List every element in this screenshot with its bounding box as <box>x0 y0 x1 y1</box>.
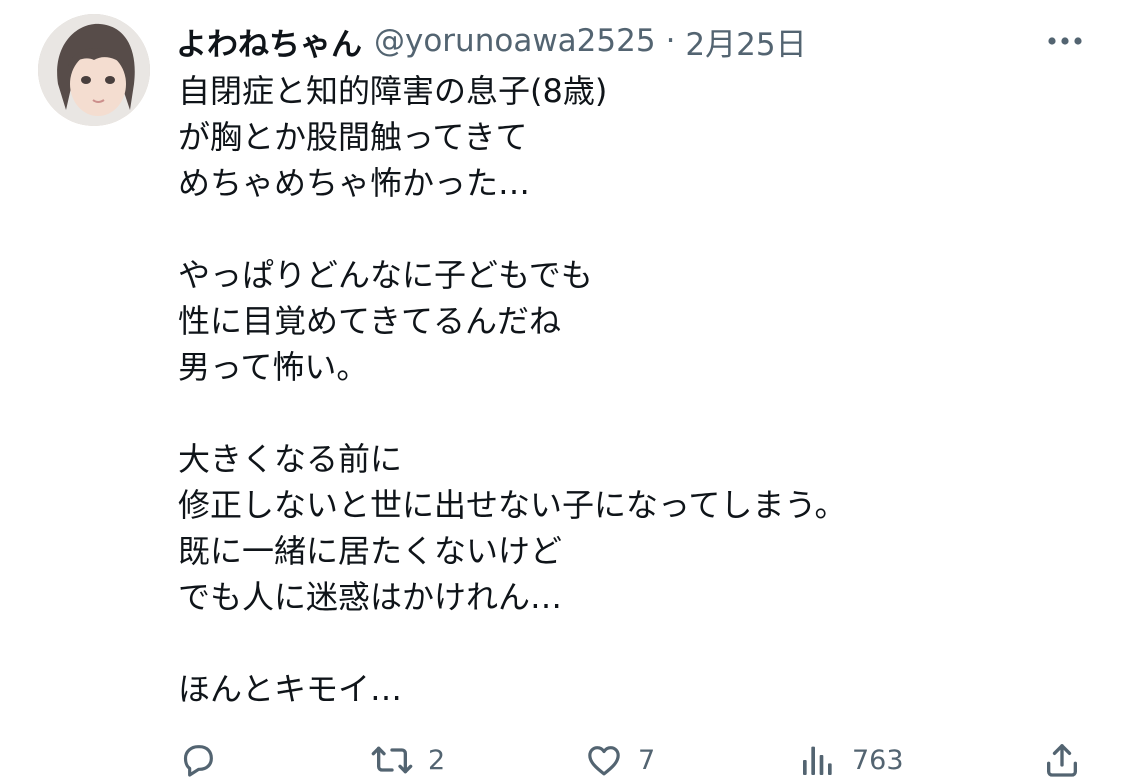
tweet-line: が胸とか股間触ってきて <box>178 118 528 156</box>
tweet-line-break <box>178 620 846 666</box>
retweet-icon <box>370 740 414 780</box>
tweet-line: 自閉症と知的障害の息子(8歳) <box>178 72 608 110</box>
avatar[interactable] <box>38 14 150 126</box>
share-button[interactable] <box>1042 738 1082 782</box>
views-button[interactable]: 763 <box>798 738 904 782</box>
tweet-text: 自閉症と知的障害の息子(8歳) が胸とか股間触ってきて めちゃめちゃ怖かった… … <box>178 68 846 712</box>
retweet-count: 2 <box>428 744 446 776</box>
tweet-line-break <box>178 206 846 252</box>
tweet-line: でも人に迷惑はかけれん… <box>178 578 563 616</box>
views-icon <box>798 740 838 780</box>
views-count: 763 <box>852 744 904 776</box>
like-count: 7 <box>638 744 656 776</box>
tweet-line: 男って怖い。 <box>178 348 369 386</box>
more-options-button[interactable] <box>1045 22 1085 58</box>
tweet-line: 大きくなる前に <box>178 440 403 478</box>
display-name[interactable]: よわねちゃん <box>176 19 362 64</box>
reply-icon <box>178 740 218 780</box>
tweet-line-break <box>178 390 846 436</box>
tweet-line: めちゃめちゃ怖かった… <box>178 164 531 202</box>
separator-dot: · <box>665 23 676 59</box>
tweet-line: 修正しないと世に出せない子になってしまう。 <box>178 486 847 524</box>
action-bar: 2 7 763 <box>178 738 1088 782</box>
tweet-header: よわねちゃん @yorunoawa2525 · 2月25日 <box>176 16 807 66</box>
more-icon <box>1047 31 1083 50</box>
tweet-line: 性に目覚めてきてるんだね <box>178 302 562 340</box>
like-button[interactable]: 7 <box>584 738 655 782</box>
reply-button[interactable] <box>178 738 232 782</box>
share-icon <box>1042 740 1082 780</box>
user-handle[interactable]: @yorunoawa2525 <box>374 23 656 59</box>
heart-icon <box>584 740 624 780</box>
retweet-button[interactable]: 2 <box>370 738 445 782</box>
tweet-line: やっぱりどんなに子どもでも <box>178 256 593 294</box>
tweet[interactable]: よわねちゃん @yorunoawa2525 · 2月25日 自閉症と知的障害の息… <box>0 0 1125 783</box>
tweet-date[interactable]: 2月25日 <box>685 19 806 64</box>
tweet-line: ほんとキモイ… <box>178 670 403 708</box>
tweet-line: 既に一緒に居たくないけど <box>178 532 563 570</box>
